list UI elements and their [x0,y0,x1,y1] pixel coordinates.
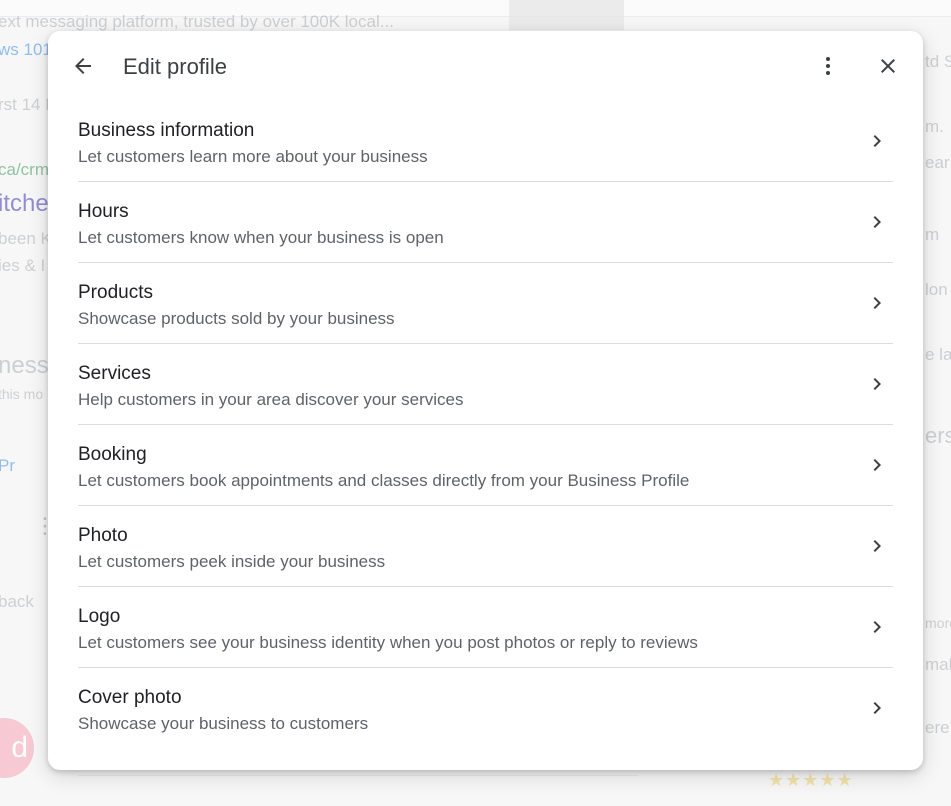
background-text: more [925,615,951,631]
menu-item-title: Products [78,282,153,303]
chevron-right-icon [865,534,889,558]
more-vert-icon [826,57,830,75]
menu-item-business-information[interactable]: Business information Let customers learn… [78,101,893,182]
back-button[interactable] [63,46,103,86]
chevron-right-icon [865,615,889,639]
menu-item-title: Booking [78,444,147,465]
chevron-right-icon [865,210,889,234]
background-text: m. [925,117,944,136]
menu-item-title: Photo [78,525,128,546]
menu-item-description: Let customers learn more about your busi… [78,147,428,166]
menu-item-services[interactable]: Services Help customers in your area dis… [78,344,893,425]
menu-item-description: Let customers see your business identity… [78,633,698,652]
background-text: itche [0,190,49,217]
background-text: been K [0,229,52,248]
background-text: ca/crm [0,160,49,179]
background-text: lon [925,280,948,299]
background-text: ws 101 [0,40,52,59]
background-avatar: d [0,718,34,778]
menu-item-description: Let customers book appointments and clas… [78,471,690,490]
menu-item-title: Business information [78,120,255,141]
background-text: e la [925,345,951,364]
dialog-header: Edit profile [48,31,923,103]
close-button[interactable] [868,46,908,86]
close-icon [881,59,895,73]
menu-item-logo[interactable]: Logo Let customers see your business ide… [78,587,893,668]
menu-item-title: Hours [78,201,129,222]
background-text: m [925,225,940,244]
background-text: this mo [0,386,44,402]
menu-item-title: Cover photo [78,687,182,708]
background-bottom-panel [78,775,638,806]
background-text: ext messaging platform, trusted by over … [0,12,394,31]
background-star-rating: ★★★★★ [768,770,854,790]
edit-profile-menu: Business information Let customers learn… [78,101,893,749]
menu-item-photo[interactable]: Photo Let customers peek inside your bus… [78,506,893,587]
chevron-right-icon [865,696,889,720]
menu-item-products[interactable]: Products Showcase products sold by your … [78,263,893,344]
background-text: ere, [925,718,951,737]
menu-item-booking[interactable]: Booking Let customers book appointments … [78,425,893,506]
background-text: back [0,592,34,611]
menu-item-title: Logo [78,606,121,627]
background-photo [509,0,624,30]
arrow-back-icon [75,58,91,74]
chevron-right-icon [865,129,889,153]
background-text: Pr [0,456,15,475]
background-text: ies & I [0,256,46,275]
menu-item-hours[interactable]: Hours Let customers know when your busin… [78,182,893,263]
menu-item-description: Help customers in your area discover you… [78,390,464,409]
background-text: ers [925,423,951,448]
background-text: ear [925,153,950,172]
menu-item-cover-photo[interactable]: Cover photo Showcase your business to cu… [78,668,893,749]
chevron-right-icon [865,453,889,477]
background-text: td S [925,52,951,71]
edit-profile-dialog: Edit profile Business information Let cu… [48,31,923,770]
menu-item-description: Showcase your business to customers [78,714,369,733]
more-options-button[interactable] [808,46,848,86]
chevron-right-icon [865,372,889,396]
menu-item-title: Services [78,363,151,384]
background-text: mal [925,655,951,674]
menu-item-description: Showcase products sold by your business [78,309,395,328]
menu-item-description: Let customers know when your business is… [78,228,444,247]
dialog-title: Edit profile [123,54,227,79]
chevron-right-icon [865,291,889,315]
menu-item-description: Let customers peek inside your business [78,552,386,571]
background-text: ness [0,352,49,379]
